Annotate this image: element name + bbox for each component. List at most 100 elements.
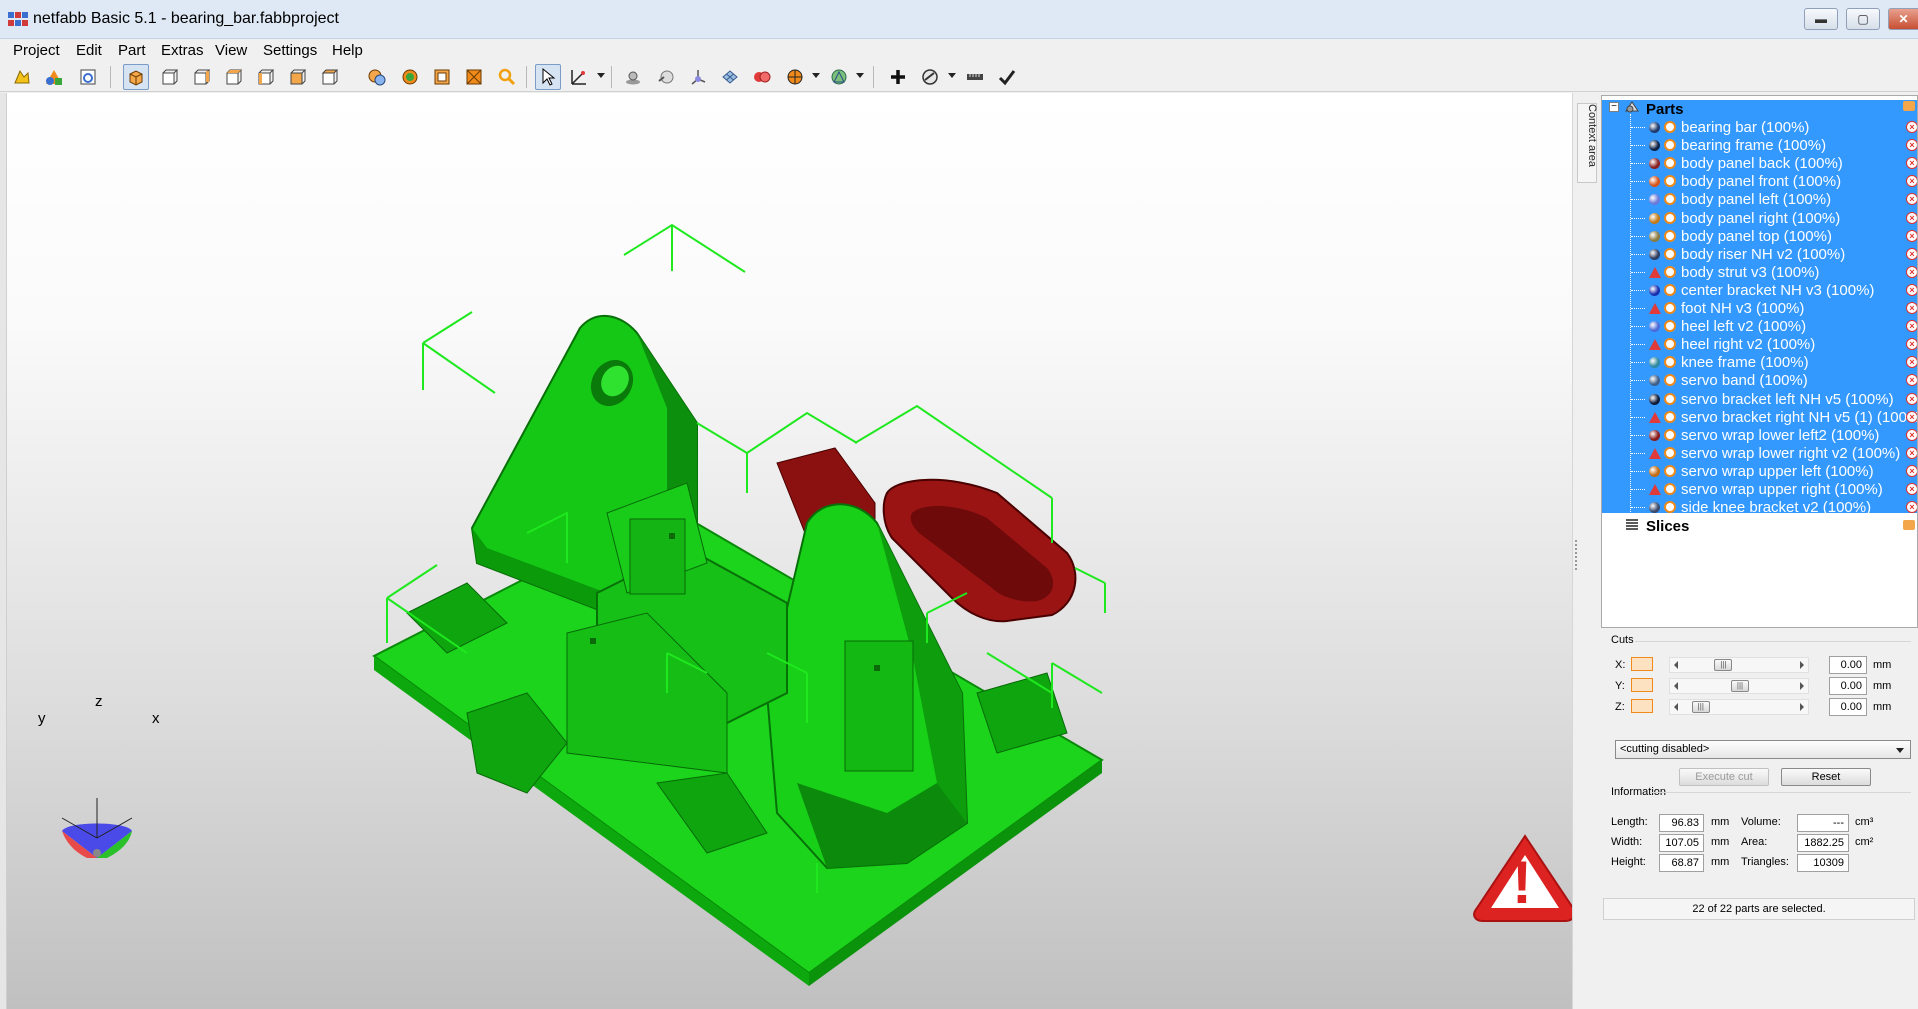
part-visibility-icon[interactable] (1664, 175, 1676, 188)
parts-root-label[interactable]: Parts (1646, 101, 1684, 118)
part-visibility-icon[interactable] (1664, 483, 1676, 495)
wireframe-icon[interactable] (429, 64, 455, 90)
select-icon[interactable] (535, 64, 561, 90)
part-visibility-icon[interactable] (1664, 283, 1676, 296)
part-visibility-icon[interactable] (1664, 139, 1676, 152)
remove-part-icon[interactable]: × (1906, 302, 1917, 314)
part-visibility-icon[interactable] (1664, 410, 1676, 423)
part-visibility-icon[interactable] (1664, 374, 1676, 387)
chevron-left-icon[interactable] (1674, 703, 1678, 711)
solid-icon[interactable] (397, 64, 423, 90)
slices-folder-icon[interactable] (1903, 520, 1915, 530)
chevron-right-icon[interactable] (1800, 703, 1804, 711)
check-icon[interactable] (994, 64, 1020, 90)
repair-dropdown-icon[interactable] (948, 73, 956, 78)
part-visibility-icon[interactable] (1664, 211, 1676, 224)
remove-part-icon[interactable]: × (1906, 356, 1917, 369)
repair-icon[interactable] (917, 64, 943, 90)
chevron-left-icon[interactable] (1674, 682, 1678, 690)
add-icon[interactable] (885, 64, 911, 90)
menu-settings[interactable]: Settings (263, 42, 317, 59)
slider-thumb[interactable]: ||| (1731, 680, 1749, 692)
part-visibility-icon[interactable] (1664, 302, 1676, 314)
remove-part-icon[interactable]: × (1906, 374, 1917, 387)
remove-part-icon[interactable]: × (1906, 464, 1917, 477)
tree-part-row[interactable]: body panel back (100%) × (1602, 154, 1917, 172)
part-visibility-icon[interactable] (1664, 265, 1676, 278)
cutting-mode-select[interactable]: <cutting disabled> (1615, 740, 1911, 759)
slider-thumb[interactable]: ||| (1714, 659, 1733, 671)
collapse-toggle[interactable]: − (1609, 102, 1619, 112)
tree-part-row[interactable]: servo wrap upper left (100%) × (1602, 462, 1917, 480)
remove-part-icon[interactable]: × (1906, 175, 1917, 188)
part-visibility-icon[interactable] (1664, 446, 1676, 459)
remove-part-icon[interactable]: × (1906, 121, 1917, 133)
part-visibility-icon[interactable] (1664, 338, 1676, 351)
remove-part-icon[interactable]: × (1906, 229, 1917, 242)
remove-part-icon[interactable]: × (1906, 483, 1917, 495)
execute-cut-button[interactable]: Execute cut (1679, 768, 1769, 786)
tree-part-row[interactable]: body panel left (100%) × (1602, 190, 1917, 208)
globe-icon[interactable] (826, 64, 852, 90)
ball-dropdown-icon[interactable] (812, 73, 820, 78)
remove-part-icon[interactable]: × (1906, 193, 1917, 206)
remove-part-icon[interactable]: × (1906, 428, 1917, 441)
color-icon[interactable] (749, 64, 775, 90)
splitter-handle[interactable] (1575, 540, 1579, 570)
view-bottom-icon[interactable] (316, 64, 342, 90)
globe-dropdown-icon[interactable] (856, 73, 864, 78)
edges-icon[interactable] (461, 64, 487, 90)
tree-part-row[interactable]: servo wrap lower left2 (100%) × (1602, 426, 1917, 444)
minimize-button[interactable]: ▬ (1804, 8, 1838, 30)
remove-part-icon[interactable]: × (1906, 157, 1917, 170)
part-visibility-icon[interactable] (1664, 501, 1676, 514)
cut-axis-value-input[interactable]: 0.00 (1829, 698, 1867, 716)
menu-help[interactable]: Help (332, 42, 363, 59)
cut-axis-color-swatch[interactable] (1631, 678, 1653, 692)
cut-axis-slider[interactable]: ||| (1669, 699, 1809, 715)
slices-root-label[interactable]: Slices (1646, 518, 1689, 535)
import-icon[interactable] (75, 64, 101, 90)
menu-extras[interactable]: Extras (161, 42, 204, 59)
part-visibility-icon[interactable] (1664, 428, 1676, 441)
measure-dropdown-icon[interactable] (597, 73, 605, 78)
close-button[interactable]: ✕ (1888, 8, 1918, 30)
cut-axis-slider[interactable]: ||| (1669, 678, 1809, 694)
remove-part-icon[interactable]: × (1906, 211, 1917, 224)
remove-part-icon[interactable]: × (1906, 247, 1917, 260)
view-3d-icon[interactable] (123, 64, 149, 90)
tree-part-row[interactable]: servo wrap lower right v2 (100%) × (1602, 444, 1917, 462)
menu-view[interactable]: View (215, 42, 247, 59)
parts-folder-icon[interactable] (1903, 101, 1915, 111)
view-back-icon[interactable] (188, 64, 214, 90)
menu-part[interactable]: Part (118, 42, 146, 59)
remove-part-icon[interactable]: × (1906, 265, 1917, 278)
chevron-right-icon[interactable] (1800, 661, 1804, 669)
tree-part-row[interactable]: servo bracket right NH v5 (1) (100%) × (1602, 408, 1917, 426)
tree-part-row[interactable]: bearing bar (100%) × (1602, 118, 1917, 136)
tree-part-row[interactable]: foot NH v3 (100%) × (1602, 299, 1917, 317)
tree-part-row[interactable]: bearing frame (100%) × (1602, 136, 1917, 154)
tree-part-row[interactable]: servo wrap upper right (100%) × (1602, 480, 1917, 498)
remove-part-icon[interactable]: × (1906, 392, 1917, 405)
tree-part-row[interactable]: servo bracket left NH v5 (100%) × (1602, 390, 1917, 408)
part-visibility-icon[interactable] (1664, 392, 1676, 405)
slider-thumb[interactable]: ||| (1691, 701, 1710, 713)
zoom-icon[interactable] (494, 64, 520, 90)
tree-part-row[interactable]: center bracket NH v3 (100%) × (1602, 281, 1917, 299)
axes-icon[interactable] (685, 64, 711, 90)
tree-part-row[interactable]: heel right v2 (100%) × (1602, 335, 1917, 353)
add-part-icon[interactable] (41, 64, 67, 90)
remove-part-icon[interactable]: × (1906, 338, 1917, 351)
cut-axis-value-input[interactable]: 0.00 (1829, 656, 1867, 674)
remove-part-icon[interactable]: × (1906, 410, 1917, 423)
new-project-icon[interactable] (9, 64, 35, 90)
sphere-icon[interactable] (653, 64, 679, 90)
remove-part-icon[interactable]: × (1906, 283, 1917, 296)
menu-project[interactable]: Project (13, 42, 60, 59)
chevron-left-icon[interactable] (1674, 661, 1678, 669)
shading-icon[interactable] (364, 64, 390, 90)
remove-part-icon[interactable]: × (1906, 139, 1917, 152)
chevron-right-icon[interactable] (1800, 682, 1804, 690)
ruler-icon[interactable] (962, 64, 988, 90)
